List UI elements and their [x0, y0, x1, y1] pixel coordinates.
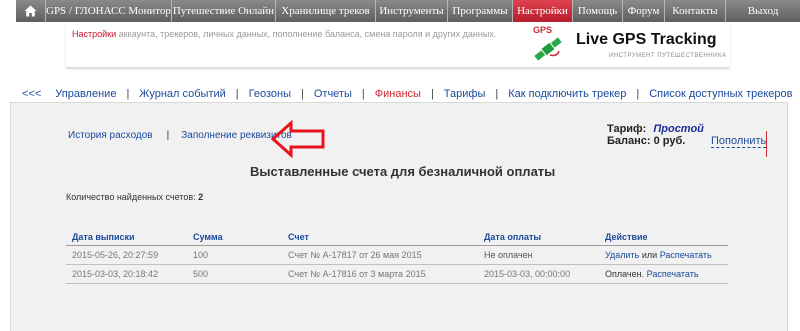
subnav-item-tariffs[interactable]: Тарифы: [444, 88, 486, 100]
found-count-label: Количество найденных счетов:: [66, 192, 196, 202]
logo-subtitle: ИНСТРУМЕНТ ПУТЕШЕСТВЕННИКА: [609, 53, 727, 59]
subnav-item-tracker-list[interactable]: Список доступных трекеров: [649, 88, 792, 100]
site-header: Настройки аккаунта, трекеров, личных дан…: [66, 22, 730, 67]
top-up-link[interactable]: Пополнить: [711, 135, 767, 148]
expense-history-link[interactable]: История расходов: [68, 130, 153, 141]
top-menu: GPS / ГЛОНАСС Мониторинг Путешествие Онл…: [16, 0, 800, 22]
subnav-separator: |: [495, 88, 499, 100]
home-icon: [24, 5, 37, 17]
top-menu-contacts[interactable]: Контакты: [665, 0, 726, 22]
tariff-value: Простой: [653, 123, 704, 135]
balance-label: Баланс:: [607, 135, 651, 147]
top-menu-forum[interactable]: Форум: [623, 0, 665, 22]
balance-value: 0 руб.: [653, 135, 686, 147]
top-menu-travel-online[interactable]: Путешествие Онлайн: [172, 0, 276, 22]
table-header-row: Дата выписки Сумма Счет Дата оплаты Дейс…: [66, 229, 728, 246]
subnav-item-finance[interactable]: Финансы: [375, 88, 421, 100]
print-link[interactable]: Распечатать: [647, 269, 699, 279]
column-header-sum[interactable]: Сумма: [187, 229, 282, 246]
subnav-separator: |: [301, 88, 304, 100]
top-menu-home[interactable]: [16, 0, 46, 22]
found-count-value: 2: [198, 192, 204, 202]
logo-badge: GPS: [533, 25, 552, 35]
column-header-issue-date[interactable]: Дата выписки: [66, 229, 187, 246]
found-count: Количество найденных счетов: 2: [66, 192, 203, 202]
top-menu-tools[interactable]: Инструменты: [376, 0, 448, 22]
print-link[interactable]: Распечатать: [660, 250, 712, 260]
paid-status: Оплачен.: [605, 268, 645, 279]
action-or-text: или: [641, 249, 658, 260]
back-link[interactable]: <<<: [22, 88, 41, 100]
cell-sum: 500: [187, 264, 282, 284]
subnav-separator: |: [430, 88, 434, 100]
invoices-table: Дата выписки Сумма Счет Дата оплаты Дейс…: [66, 229, 728, 284]
delete-link[interactable]: Удалить: [605, 250, 639, 260]
subnav-separator: |: [361, 88, 365, 100]
logo-title: Live GPS Tracking: [576, 31, 717, 48]
top-menu-programs[interactable]: Программы: [448, 0, 513, 22]
subnav-separator: |: [636, 88, 640, 100]
cell-issue-date: 2015-05-26, 20:27:59: [66, 245, 187, 265]
top-menu-help[interactable]: Помощь: [573, 0, 623, 22]
subnav-separator: |: [235, 88, 239, 100]
tariff-info: Тариф: Простой: [607, 123, 704, 135]
subnav-separator: |: [126, 88, 130, 100]
subnav-item-management[interactable]: Управление: [55, 88, 116, 100]
table-row: 2015-05-26, 20:27:59 100 Счет № А-17817 …: [66, 245, 728, 265]
finance-links: История расходов | Заполнение реквизитов: [68, 130, 292, 141]
subnav-item-reports[interactable]: Отчеты: [314, 88, 352, 100]
column-header-action: Действие: [599, 229, 728, 246]
top-menu-settings[interactable]: Настройки: [513, 0, 573, 22]
subnav-item-geozones[interactable]: Геозоны: [249, 88, 291, 100]
tariff-label: Тариф:: [607, 123, 647, 135]
cell-action: Оплачен. Распечатать: [599, 264, 728, 284]
cell-issue-date: 2015-03-03, 20:18:42: [66, 264, 187, 284]
cell-payment-date: Не оплачен: [478, 245, 599, 265]
column-header-payment-date[interactable]: Дата оплаты: [478, 229, 599, 246]
cell-action: Удалить или Распечатать: [599, 245, 728, 265]
page-title: Выставленные счета для безналичной оплат…: [250, 164, 556, 179]
table-row: 2015-03-03, 20:18:42 500 Счет № А-17816 …: [66, 264, 728, 284]
cell-invoice: Счет № А-17817 от 26 мая 2015: [282, 245, 478, 265]
top-menu-logout[interactable]: Выход: [726, 0, 800, 22]
cell-payment-date: 2015-03-03, 00:00:00: [478, 264, 599, 284]
section-name: Настройки: [72, 29, 117, 39]
finance-links-separator: |: [166, 130, 170, 141]
settings-subnav: <<< Управление | Журнал событий | Геозон…: [22, 88, 793, 100]
section-description-text: аккаунта, трекеров, личных данных, попол…: [116, 29, 497, 39]
annotation-arrow-icon: [270, 120, 325, 158]
top-menu-track-storage[interactable]: Хранилище треков: [276, 0, 376, 22]
column-header-invoice[interactable]: Счет: [282, 229, 478, 246]
cell-sum: 100: [187, 245, 282, 265]
cell-invoice: Счет № А-17816 от 3 марта 2015: [282, 264, 478, 284]
gps-satellite-logo-icon: GPS: [533, 25, 562, 61]
top-menu-monitoring[interactable]: GPS / ГЛОНАСС Мониторинг: [46, 0, 172, 22]
section-description: Настройки аккаунта, трекеров, личных дан…: [72, 29, 496, 39]
top-up-edge-divider: [766, 131, 767, 157]
subnav-item-connect-tracker[interactable]: Как подключить трекер: [508, 88, 626, 100]
subnav-item-event-log[interactable]: Журнал событий: [139, 88, 225, 100]
balance-info: Баланс: 0 руб.: [607, 135, 685, 147]
